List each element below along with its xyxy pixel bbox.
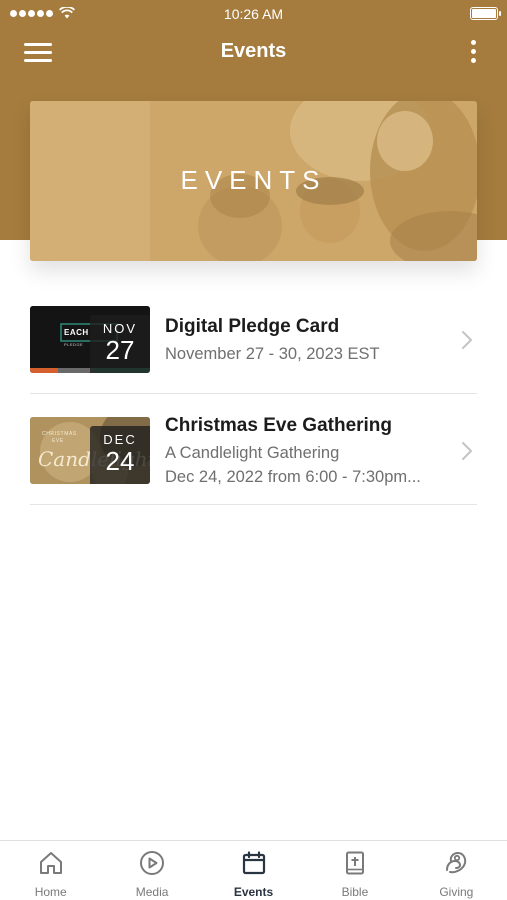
status-time: 10:26 AM bbox=[223, 6, 284, 22]
home-icon bbox=[39, 852, 62, 874]
date-month: NOV bbox=[102, 321, 138, 336]
event-title: Christmas Eve Gathering bbox=[165, 415, 393, 436]
thumb-subtext: PLEDGE bbox=[64, 342, 84, 347]
bible-icon bbox=[345, 851, 364, 875]
date-badge: NOV 27 bbox=[90, 315, 150, 373]
date-badge: DEC 24 bbox=[90, 426, 150, 484]
date-day: 27 bbox=[105, 335, 135, 365]
events-banner: EVENTS bbox=[30, 101, 477, 261]
event-row-digital-pledge-card[interactable]: EACH PLEDGE NOV 27 Digital Pledge Card N… bbox=[30, 283, 477, 394]
banner-title: EVENTS bbox=[180, 165, 327, 195]
more-vertical-icon[interactable] bbox=[469, 39, 477, 67]
chevron-right-icon bbox=[462, 442, 472, 460]
tab-label: Events bbox=[233, 885, 274, 899]
chevron-right-icon bbox=[462, 331, 472, 349]
event-row-christmas-eve-gathering[interactable]: CHRISTMAS EVE Candlelight DEC 24 Christm… bbox=[30, 394, 477, 505]
thumb-text: EACH bbox=[64, 328, 89, 337]
event-thumbnail: CHRISTMAS EVE Candlelight DEC 24 bbox=[30, 417, 150, 484]
event-thumbnail: EACH PLEDGE NOV 27 bbox=[30, 306, 150, 373]
event-date-range: November 27 - 30, 2023 EST bbox=[165, 345, 380, 363]
page-title: Events bbox=[220, 40, 287, 62]
status-bar: 10:26 AM bbox=[0, 0, 507, 28]
tab-media[interactable]: Media bbox=[101, 841, 202, 900]
calendar-icon bbox=[242, 851, 265, 875]
tab-label: Bible bbox=[341, 885, 369, 899]
event-title: Digital Pledge Card bbox=[165, 316, 340, 337]
tab-bar: Home Media Events Bible Giving bbox=[0, 840, 507, 900]
play-circle-icon bbox=[140, 851, 165, 875]
tab-events[interactable]: Events bbox=[203, 841, 304, 900]
date-day: 24 bbox=[105, 446, 135, 476]
nav-bar: Events bbox=[0, 28, 507, 78]
tab-giving[interactable]: Giving bbox=[406, 841, 507, 900]
event-list: EACH PLEDGE NOV 27 Digital Pledge Card N… bbox=[30, 283, 477, 505]
date-month: DEC bbox=[103, 432, 137, 447]
thumb-subtext: EVE bbox=[52, 438, 64, 444]
tab-home[interactable]: Home bbox=[0, 841, 101, 900]
tab-label: Home bbox=[34, 885, 67, 899]
thumb-text: CHRISTMAS bbox=[42, 431, 77, 437]
tab-bible[interactable]: Bible bbox=[304, 841, 405, 900]
tab-label: Giving bbox=[439, 885, 474, 899]
giving-icon bbox=[446, 851, 467, 874]
tab-label: Media bbox=[135, 885, 169, 899]
event-subtitle: A Candlelight Gathering bbox=[165, 444, 340, 462]
event-date-range: Dec 24, 2022 from 6:00 - 7:30pm... bbox=[165, 468, 421, 486]
battery-icon bbox=[470, 7, 501, 20]
